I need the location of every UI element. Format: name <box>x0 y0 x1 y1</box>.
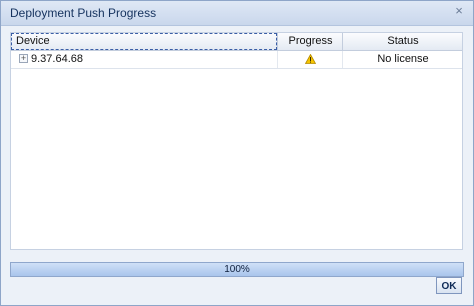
progress-cell <box>277 51 343 68</box>
table-row[interactable]: + 9.37.64.68 No license <box>11 51 462 69</box>
grid-header: Device Progress Status <box>11 33 462 51</box>
ok-button[interactable]: OK <box>436 277 462 294</box>
status-cell: No license <box>342 51 463 68</box>
progress-label: 100% <box>224 264 250 275</box>
dialog-title: Deployment Push Progress <box>10 6 157 20</box>
device-address: 9.37.64.68 <box>31 53 83 65</box>
close-icon[interactable]: × <box>452 4 466 18</box>
column-header-device[interactable]: Device <box>11 33 277 50</box>
device-cell: + 9.37.64.68 <box>11 51 277 68</box>
expand-icon[interactable]: + <box>19 54 28 63</box>
column-header-status[interactable]: Status <box>342 33 463 50</box>
warning-icon <box>305 54 316 64</box>
title-bar[interactable]: Deployment Push Progress × <box>1 1 473 26</box>
progress-bar: 100% <box>10 262 464 277</box>
column-header-progress[interactable]: Progress <box>277 33 343 50</box>
device-grid: Device Progress Status + 9.37.64.68 No l… <box>10 32 463 250</box>
deployment-push-progress-dialog: Deployment Push Progress × Device Progre… <box>0 0 474 306</box>
